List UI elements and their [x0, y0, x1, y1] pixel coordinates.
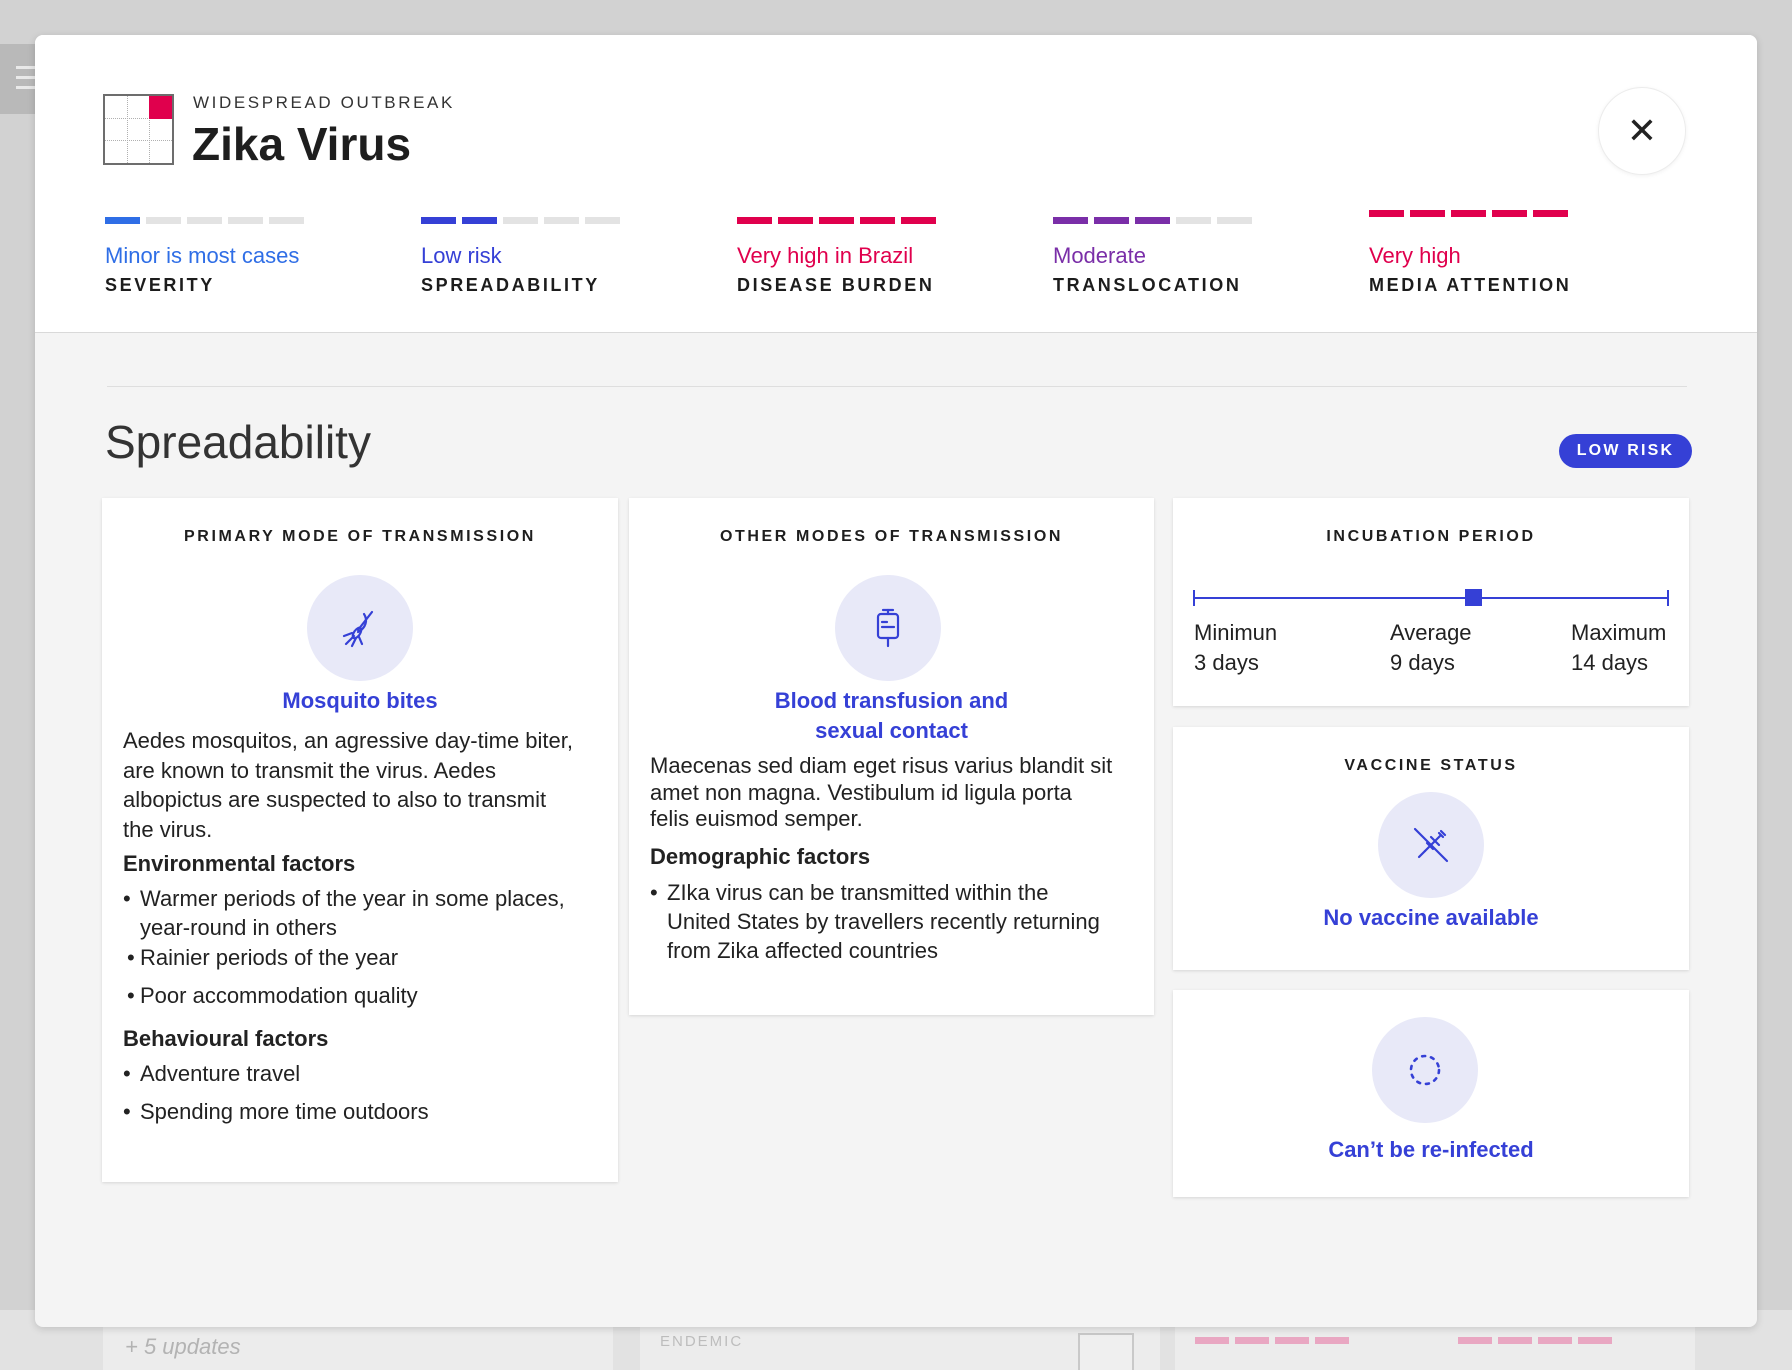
- reinfection-title: Can’t be re-infected: [1328, 1137, 1534, 1162]
- no-vaccine-icon: [1378, 792, 1484, 898]
- section-title: Spreadability: [105, 416, 371, 468]
- list-item: Rainier periods of the year: [127, 943, 398, 972]
- card-heading: INCUBATION PERIOD: [1326, 528, 1536, 545]
- description-line: felis euismod semper.: [650, 806, 863, 831]
- other-transmission-card: OTHER MODES OF TRANSMISSION Blood transf…: [629, 498, 1154, 1015]
- blood-bag-icon: [835, 575, 941, 681]
- incubation-maximum: Maximum 14 days: [1571, 618, 1666, 678]
- incubation-max-tick: [1667, 590, 1669, 606]
- metric-level-bars: [737, 217, 997, 224]
- other-description: Maecenas sed diam eget risus varius blan…: [650, 753, 1112, 833]
- description-line: Maecenas sed diam eget risus varius blan…: [650, 753, 1113, 778]
- average-value: 9 days: [1390, 650, 1455, 675]
- description-line: are known to transmit the virus. Aedes: [123, 757, 496, 783]
- background-bar: [1275, 1337, 1309, 1344]
- background-bar: [1235, 1337, 1269, 1344]
- dotted-circle-icon: [1372, 1017, 1478, 1123]
- behavioural-factors-heading: Behavioural factors: [123, 1026, 329, 1051]
- incubation-period-card: INCUBATION PERIOD Minimun 3 days Average…: [1173, 498, 1689, 706]
- disease-detail-modal: WIDESPREAD OUTBREAK Zika Virus ✕ Minor i…: [35, 35, 1757, 1327]
- metric-value: Moderate: [1053, 243, 1146, 268]
- primary-mode-title: Mosquito bites: [282, 688, 438, 713]
- description-line: the virus.: [123, 816, 213, 842]
- background-bar: [1498, 1337, 1532, 1344]
- list-item: Adventure travel: [123, 1059, 300, 1088]
- description-line: amet non magna. Vestibulum id ligula por…: [650, 779, 1072, 805]
- maximum-label: Maximum: [1571, 620, 1667, 645]
- metric-level-bars: [105, 217, 365, 224]
- minimum-value: 3 days: [1194, 650, 1259, 675]
- description-line: Aedes mosquitos, an agressive day-time b…: [123, 728, 574, 753]
- metric-media-attention: Very high MEDIA ATTENTION: [1369, 210, 1629, 296]
- metric-level-bars: [1053, 217, 1313, 224]
- metric-label: SPREADABILITY: [421, 275, 600, 295]
- incubation-range-line: [1194, 597, 1668, 599]
- risk-badge: LOW RISK: [1559, 434, 1692, 468]
- background-bar: [1458, 1337, 1492, 1344]
- reinfection-card: Can’t be re-infected: [1173, 990, 1689, 1197]
- list-item: Spending more time outdoors: [123, 1097, 429, 1126]
- incubation-min-tick: [1193, 590, 1195, 606]
- metric-label: TRANSLOCATION: [1053, 275, 1242, 295]
- environmental-factors-heading: Environmental factors: [123, 851, 356, 876]
- close-icon: ✕: [1626, 110, 1658, 151]
- metric-spreadability: Low risk SPREADABILITY: [421, 217, 681, 296]
- mosquito-icon: [307, 575, 413, 681]
- page-title: Zika Virus: [192, 118, 412, 170]
- metric-value: Very high: [1369, 243, 1461, 268]
- metric-label: SEVERITY: [105, 275, 215, 295]
- background-logo: [1078, 1333, 1134, 1370]
- background-bar: [1315, 1337, 1349, 1344]
- incubation-average-marker: [1464, 589, 1482, 606]
- description-line: albopictus are suspected to also to tran…: [123, 787, 547, 812]
- metric-level-bars: [1369, 210, 1629, 217]
- vaccine-status-card: VACCINE STATUS No vaccine available: [1173, 727, 1689, 970]
- list-item: ZIka virus can be transmitted within the…: [650, 878, 1100, 965]
- metric-label: MEDIA ATTENTION: [1369, 275, 1572, 295]
- average-label: Average: [1390, 620, 1472, 645]
- primary-description: Aedes mosquitos, an agressive day-time b…: [123, 726, 573, 844]
- metric-value: Minor is most cases: [105, 243, 300, 268]
- incubation-average: Average 9 days: [1390, 618, 1472, 678]
- list-item-line: year-round in others: [140, 915, 337, 940]
- primary-transmission-card: PRIMARY MODE OF TRANSMISSION Mosquito bi…: [102, 498, 618, 1182]
- metric-severity: Minor is most cases SEVERITY: [105, 217, 365, 296]
- list-item: Warmer periods of the year in some place…: [123, 884, 565, 942]
- list-item-line: from Zika affected countries: [667, 938, 939, 963]
- title-line: Blood transfusion and: [774, 688, 1009, 713]
- other-mode-title: Blood transfusion and sexual contact: [629, 686, 1154, 746]
- card-heading: PRIMARY MODE OF TRANSMISSION: [184, 528, 536, 545]
- background-bar: [1578, 1337, 1612, 1344]
- background-endemic-label: ENDEMIC: [660, 1333, 744, 1350]
- incubation-minimum: Minimun 3 days: [1194, 618, 1277, 678]
- modal-header: WIDESPREAD OUTBREAK Zika Virus ✕ Minor i…: [35, 35, 1757, 333]
- metric-value: Low risk: [421, 243, 502, 268]
- title-line: sexual contact: [815, 718, 968, 743]
- card-heading: OTHER MODES OF TRANSMISSION: [719, 528, 1064, 545]
- background-updates: + 5 updates: [125, 1334, 241, 1359]
- metric-translocation: Moderate TRANSLOCATION: [1053, 217, 1313, 296]
- close-button[interactable]: ✕: [1598, 87, 1686, 175]
- list-item-line: ZIka virus can be transmitted within the: [667, 880, 1049, 905]
- maximum-value: 14 days: [1571, 650, 1649, 675]
- background-bar: [1538, 1337, 1572, 1344]
- card-heading: VACCINE STATUS: [1344, 757, 1518, 774]
- minimum-label: Minimun: [1194, 620, 1278, 645]
- metric-level-bars: [421, 217, 681, 224]
- outbreak-status: WIDESPREAD OUTBREAK: [193, 93, 455, 112]
- list-item-line: United States by travellers recently ret…: [667, 909, 1100, 934]
- section-divider: [107, 386, 1687, 387]
- background-bar: [1195, 1337, 1229, 1344]
- list-item: Poor accommodation quality: [127, 981, 418, 1010]
- metric-value: Very high in Brazil: [737, 243, 914, 268]
- outbreak-grid-icon: [103, 94, 174, 165]
- metric-disease-burden: Very high in Brazil DISEASE BURDEN: [737, 217, 997, 296]
- vaccine-status-title: No vaccine available: [1323, 905, 1539, 930]
- list-item-line: Warmer periods of the year in some place…: [140, 886, 565, 911]
- demographic-factors-heading: Demographic factors: [650, 844, 871, 869]
- metric-label: DISEASE BURDEN: [737, 275, 935, 295]
